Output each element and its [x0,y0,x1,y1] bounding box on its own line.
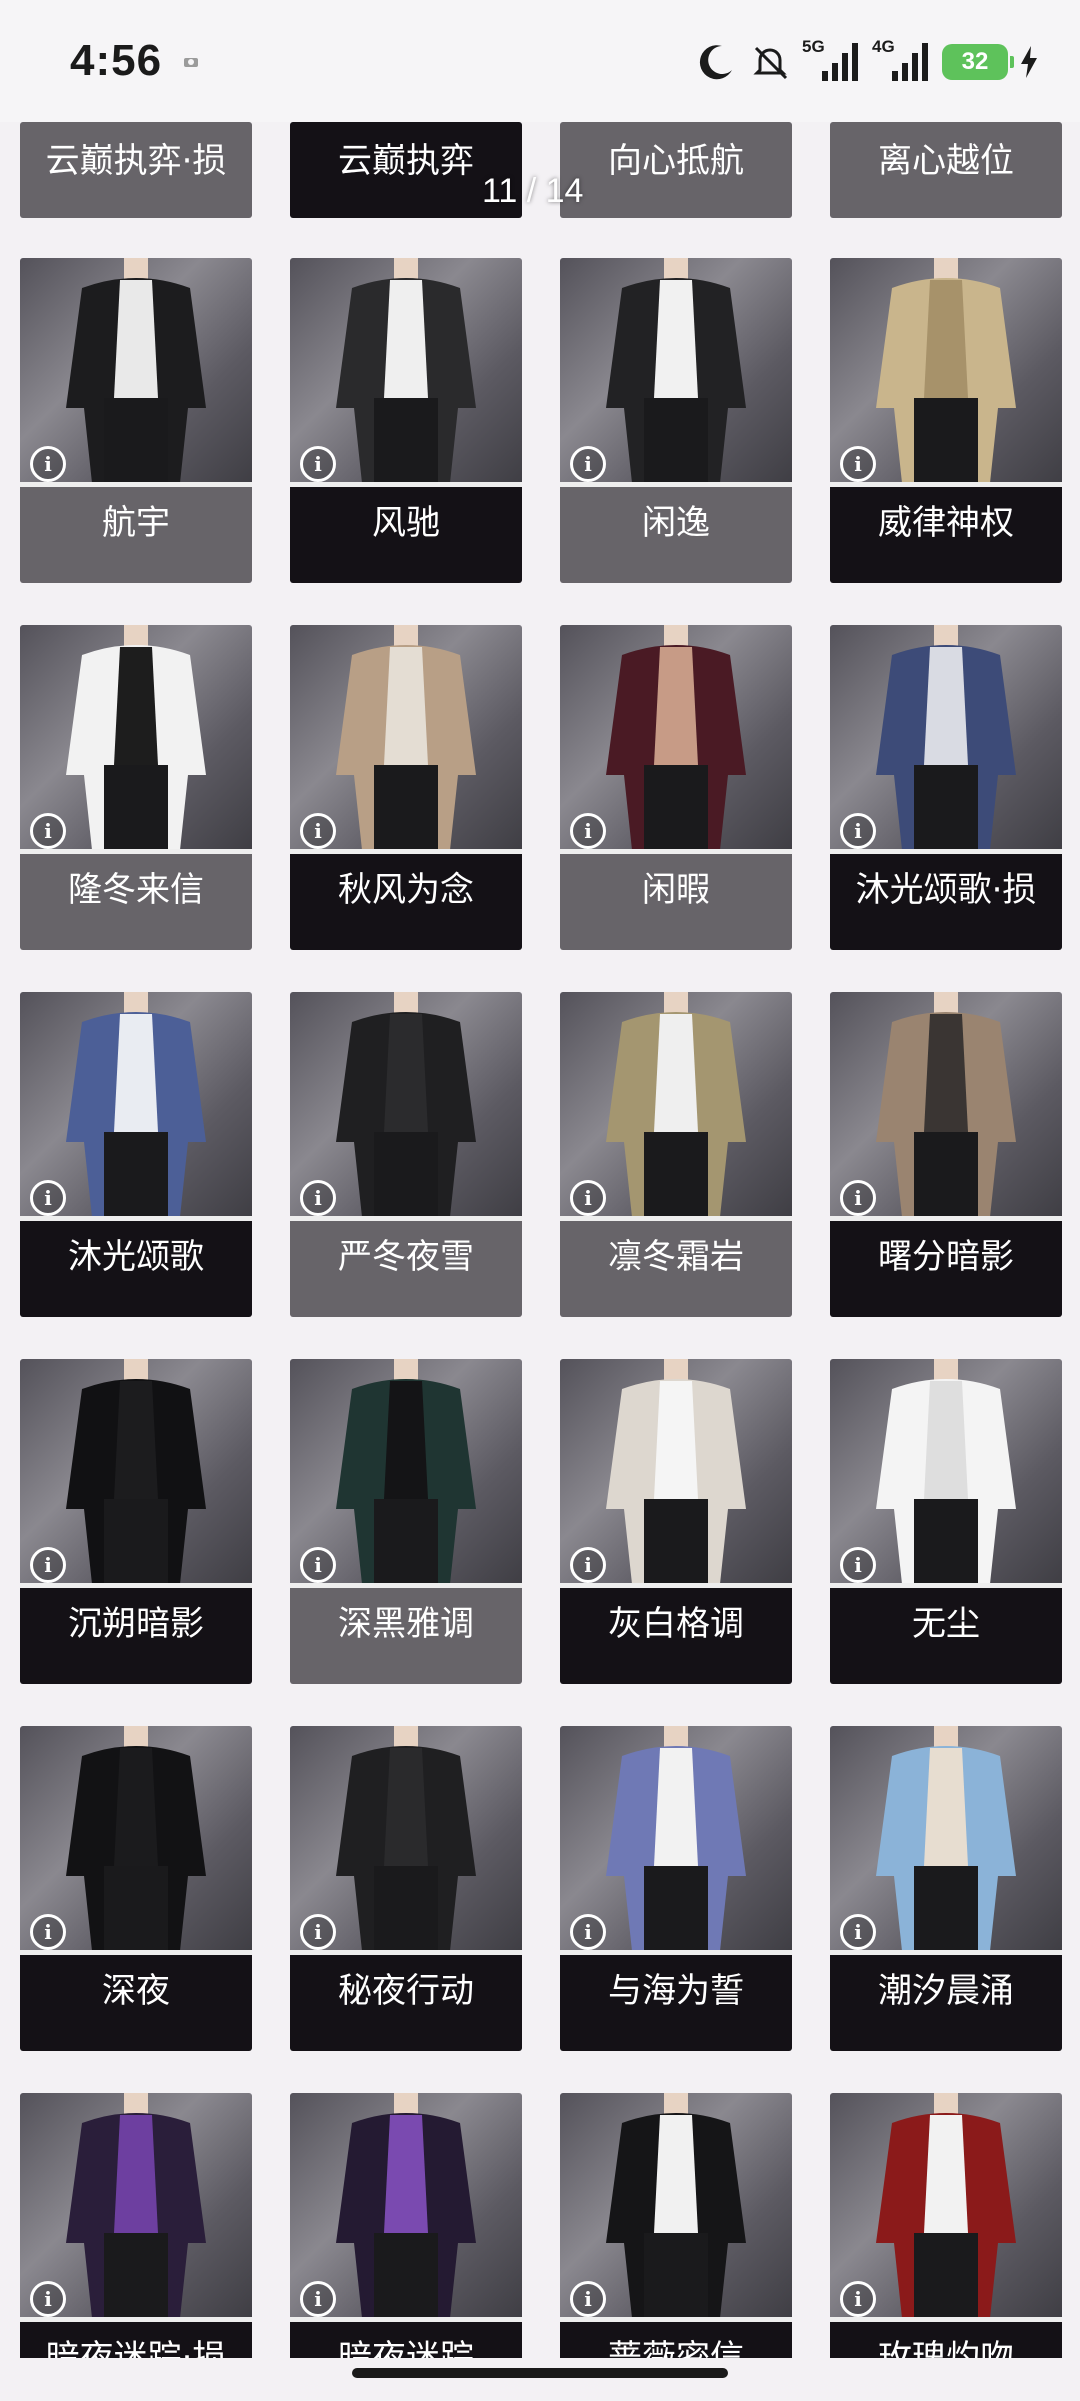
outfit-card[interactable]: i 蔷薇密信 [560,2093,792,2358]
info-icon[interactable]: i [300,1914,336,1950]
info-icon[interactable]: i [570,1914,606,1950]
outfit-card[interactable]: i 风驰 [290,258,522,583]
outfit-name: 深黑雅调 [290,1588,522,1684]
outfit-name: 沐光颂歌 [20,1221,252,1317]
outfit-name: 云巅执弈·损 [20,122,252,218]
page-indicator: 11 / 14 [482,172,584,210]
info-icon[interactable]: i [30,1180,66,1216]
outfit-name: 离心越位 [830,122,1062,218]
outfit-card[interactable]: i 灰白格调 [560,1359,792,1684]
outfit-card[interactable]: 向心抵航 [560,122,792,218]
outfit-name: 玫瑰灼吻 [830,2322,1062,2358]
outfit-card[interactable]: i 深黑雅调 [290,1359,522,1684]
info-icon[interactable]: i [570,1180,606,1216]
info-icon[interactable]: i [30,813,66,849]
image-viewer[interactable]: 云巅执弈·损 云巅执弈 向心抵航 离心越位 i 航宇 i 风驰 i 闲逸 i 威律神权 i 隆冬来信 i 秋风… [0,122,1080,2358]
outfit-card[interactable]: i 深夜 [20,1726,252,2051]
outfit-name: 闲暇 [560,854,792,950]
outfit-name: 深夜 [20,1955,252,2051]
net-label-5g: 5G [802,37,825,56]
info-icon[interactable]: i [300,2281,336,2317]
outfit-card[interactable]: i 沐光颂歌 [20,992,252,1317]
home-indicator[interactable] [352,2368,728,2378]
outfit-card[interactable]: i 闲逸 [560,258,792,583]
outfit-name: 威律神权 [830,487,1062,583]
outfit-name: 严冬夜雪 [290,1221,522,1317]
outfit-name: 航宇 [20,487,252,583]
outfit-card[interactable]: i 隆冬来信 [20,625,252,950]
outfit-card[interactable]: i 无尘 [830,1359,1062,1684]
outfit-card[interactable]: i 沉朔暗影 [20,1359,252,1684]
outfit-card[interactable]: i 暗夜迷踪 [290,2093,522,2358]
outfit-name: 沉朔暗影 [20,1588,252,1684]
outfit-name: 向心抵航 [560,122,792,218]
info-icon[interactable]: i [300,1180,336,1216]
info-icon[interactable]: i [840,446,876,482]
info-icon[interactable]: i [30,2281,66,2317]
info-icon[interactable]: i [570,446,606,482]
info-icon[interactable]: i [840,1547,876,1583]
outfit-name: 凛冬霜岩 [560,1221,792,1317]
outfit-card[interactable]: i 航宇 [20,258,252,583]
outfit-card[interactable]: i 与海为誓 [560,1726,792,2051]
outfit-name: 潮汐晨涌 [830,1955,1062,2051]
outfit-card[interactable]: i 严冬夜雪 [290,992,522,1317]
outfit-card[interactable]: 云巅执弈·损 [20,122,252,218]
outfit-card[interactable]: i 玫瑰灼吻 [830,2093,1062,2358]
moon-icon [699,45,732,80]
info-icon[interactable]: i [570,2281,606,2317]
net-label-4g: 4G [872,37,895,56]
outfit-card[interactable]: i 秋风为念 [290,625,522,950]
outfit-card[interactable]: i 闲暇 [560,625,792,950]
info-icon[interactable]: i [840,1914,876,1950]
outfit-name: 隆冬来信 [20,854,252,950]
outfit-name: 暗夜迷踪·损 [20,2322,252,2358]
info-icon[interactable]: i [300,1547,336,1583]
outfit-card[interactable]: i 威律神权 [830,258,1062,583]
battery-indicator: 32 [942,44,1014,80]
outfit-name: 暗夜迷踪 [290,2322,522,2358]
outfit-card[interactable]: i 暗夜迷踪·损 [20,2093,252,2358]
info-icon[interactable]: i [570,1547,606,1583]
outfit-name: 秋风为念 [290,854,522,950]
outfit-name: 风驰 [290,487,522,583]
info-icon[interactable]: i [840,1180,876,1216]
signal-5g: 5G [802,37,862,85]
notification-icon [184,58,198,67]
outfit-name: 灰白格调 [560,1588,792,1684]
info-icon[interactable]: i [30,1547,66,1583]
info-icon[interactable]: i [840,813,876,849]
charging-icon [1021,46,1037,78]
outfit-card[interactable]: i 曙分暗影 [830,992,1062,1317]
info-icon[interactable]: i [30,1914,66,1950]
status-time: 4:56 [70,36,163,85]
outfit-name: 秘夜行动 [290,1955,522,2051]
signal-4g: 4G [872,37,932,85]
info-icon[interactable]: i [570,813,606,849]
outfit-card[interactable]: 离心越位 [830,122,1062,218]
info-icon[interactable]: i [840,2281,876,2317]
outfit-card[interactable]: i 秘夜行动 [290,1726,522,2051]
outfit-name: 沐光颂歌·损 [830,854,1062,950]
outfit-card[interactable]: i 沐光颂歌·损 [830,625,1062,950]
status-bar: 4:56 5G 4G 32 [0,0,1080,122]
outfit-name: 闲逸 [560,487,792,583]
outfit-name: 无尘 [830,1588,1062,1684]
outfit-name: 蔷薇密信 [560,2322,792,2358]
outfit-card[interactable]: i 潮汐晨涌 [830,1726,1062,2051]
info-icon[interactable]: i [300,813,336,849]
outfit-name: 曙分暗影 [830,1221,1062,1317]
outfit-name: 与海为誓 [560,1955,792,2051]
mute-icon [753,46,788,80]
info-icon[interactable]: i [300,446,336,482]
outfit-card[interactable]: i 凛冬霜岩 [560,992,792,1317]
info-icon[interactable]: i [30,446,66,482]
